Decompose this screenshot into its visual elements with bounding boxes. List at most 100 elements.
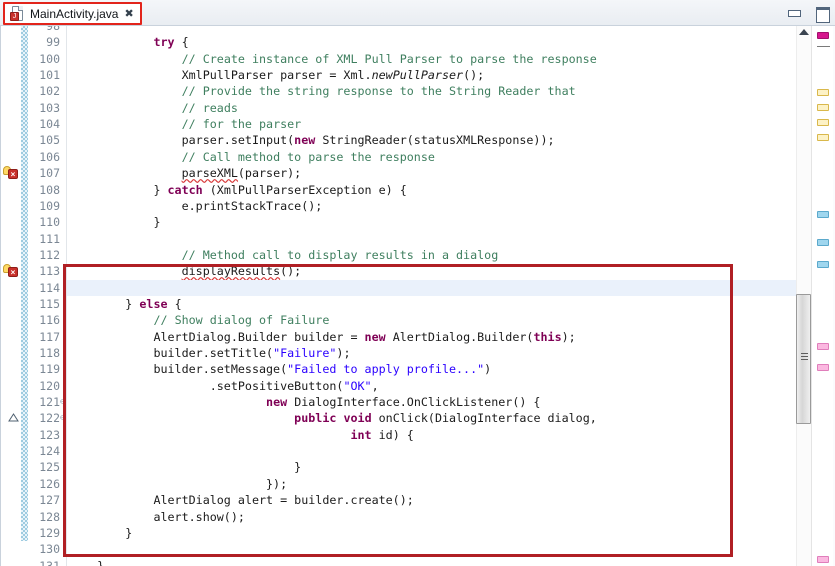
tab-mainactivity-java[interactable]: J MainActivity.java ✖ <box>3 2 142 25</box>
code-line[interactable]: } <box>67 558 803 566</box>
code-token: StringReader(statusXMLResponse)); <box>315 133 555 148</box>
code-token: public <box>294 411 337 426</box>
code-line[interactable]: XmlPullParser parser = Xml.newPullParser… <box>67 67 803 83</box>
minimize-icon[interactable] <box>787 6 801 20</box>
source-code-text[interactable]: try { // Create instance of XML Pull Par… <box>67 26 803 566</box>
code-token: { <box>167 296 182 311</box>
error-marker-icon[interactable]: × <box>3 264 19 278</box>
code-line[interactable]: builder.setMessage("Failed to apply prof… <box>67 361 803 377</box>
code-line[interactable]: AlertDialog alert = builder.create(); <box>67 492 803 508</box>
overview-ruler-mark[interactable] <box>817 211 829 218</box>
code-line[interactable]: AlertDialog.Builder builder = new AlertD… <box>67 329 803 345</box>
code-line[interactable]: displayResults(); <box>67 263 803 279</box>
scroll-up-arrow-icon[interactable] <box>799 29 809 35</box>
code-token: displayResults <box>181 264 281 279</box>
code-token: AlertDialog alert = builder.create(); <box>69 493 414 508</box>
code-line[interactable]: // for the parser <box>67 116 803 132</box>
code-token: new <box>364 329 386 344</box>
code-line[interactable]: e.printStackTrace(); <box>67 198 803 214</box>
code-token: "OK" <box>343 378 372 393</box>
code-token: }); <box>69 476 288 491</box>
overview-ruler-mark[interactable] <box>817 89 829 96</box>
code-token: // for the parser <box>181 117 302 132</box>
overview-ruler-mark[interactable] <box>817 134 829 141</box>
code-line[interactable]: // reads <box>67 100 803 116</box>
code-line[interactable]: // Create instance of XML Pull Parser to… <box>67 51 803 67</box>
code-line[interactable]: try { <box>67 34 803 50</box>
code-token: } <box>69 525 133 540</box>
code-line[interactable]: // Call method to parse the response <box>67 149 803 165</box>
close-icon[interactable]: ✖ <box>124 8 133 19</box>
maximize-icon[interactable] <box>815 6 830 23</box>
code-token: alert.show(); <box>69 509 245 524</box>
error-marker-icon[interactable]: × <box>3 166 19 180</box>
overview-ruler-mark[interactable] <box>817 261 829 268</box>
code-line[interactable]: alert.show(); <box>67 509 803 525</box>
code-line[interactable] <box>67 541 803 557</box>
code-line[interactable]: } else { <box>67 296 803 312</box>
code-token: newPullParser <box>371 68 464 83</box>
code-line[interactable]: } <box>67 525 803 541</box>
code-token: (); <box>463 68 485 83</box>
code-line[interactable]: public void onClick(DialogInterface dial… <box>67 410 803 426</box>
code-token: "Failure" <box>273 346 337 360</box>
code-line[interactable]: int id) { <box>67 427 803 443</box>
code-token: (parser); <box>237 166 302 181</box>
code-token: onClick(DialogInterface dialog, <box>371 411 597 426</box>
editor-tab-bar: J MainActivity.java ✖ <box>0 0 835 26</box>
code-line[interactable]: .setPositiveButton("OK", <box>67 378 803 394</box>
code-token: (XmlPullParserException e) { <box>202 182 407 197</box>
overview-ruler-mark[interactable] <box>817 364 829 371</box>
code-line[interactable]: } catch (XmlPullParserException e) { <box>67 182 803 198</box>
code-token: } <box>69 558 105 566</box>
overview-ruler[interactable] <box>811 26 833 566</box>
code-token: void <box>343 411 372 426</box>
code-token: .setPositiveButton( <box>69 378 344 393</box>
code-line[interactable] <box>67 26 803 34</box>
code-line[interactable] <box>67 231 803 247</box>
code-token: // Call method to parse the response <box>181 149 435 164</box>
overview-ruler-mark[interactable] <box>817 343 829 350</box>
code-line[interactable]: // Show dialog of Failure <box>67 312 803 328</box>
fold-region-marker: ⊖ <box>60 413 65 423</box>
code-line[interactable]: }); <box>67 476 803 492</box>
overview-ruler-mark[interactable] <box>817 119 829 126</box>
code-line[interactable]: new DialogInterface.OnClickListener() { <box>67 394 803 410</box>
code-token: builder.setMessage( <box>69 362 288 377</box>
code-token: } <box>69 296 140 311</box>
overview-ruler-separator[interactable] <box>817 46 830 47</box>
code-line[interactable]: builder.setTitle("Failure"); <box>67 345 803 361</box>
code-token: // Show dialog of Failure <box>153 313 330 328</box>
code-line[interactable]: parser.setInput(new StringReader(statusX… <box>67 132 803 148</box>
overview-ruler-mark[interactable] <box>817 104 829 111</box>
code-line[interactable] <box>67 443 803 459</box>
code-token: else <box>139 296 168 311</box>
window-controls <box>787 0 830 26</box>
overview-ruler-mark[interactable] <box>817 239 829 246</box>
code-line[interactable]: parseXML(parser); <box>67 165 803 181</box>
code-token: parseXML <box>181 166 238 181</box>
code-line[interactable] <box>67 279 803 296</box>
code-line[interactable]: } <box>67 214 803 230</box>
overview-ruler-mark[interactable] <box>817 556 829 563</box>
code-token: parser.setInput( <box>69 133 295 148</box>
code-line[interactable]: // Method call to display results in a d… <box>67 247 803 263</box>
code-token: ); <box>336 346 351 360</box>
code-line[interactable]: // Provide the string response to the St… <box>67 83 803 99</box>
java-file-icon: J <box>10 5 25 22</box>
overview-ruler-mark[interactable] <box>817 32 829 39</box>
fold-collapse-icon[interactable] <box>8 413 19 424</box>
code-line[interactable]: } <box>67 459 803 475</box>
code-token: DialogInterface.OnClickListener() { <box>287 395 541 410</box>
vertical-scrollbar-thumb[interactable] <box>796 294 811 424</box>
code-editor[interactable]: 98 99 100 101 102 103 104 105 106 107 108 109 110 111… <box>0 26 835 566</box>
